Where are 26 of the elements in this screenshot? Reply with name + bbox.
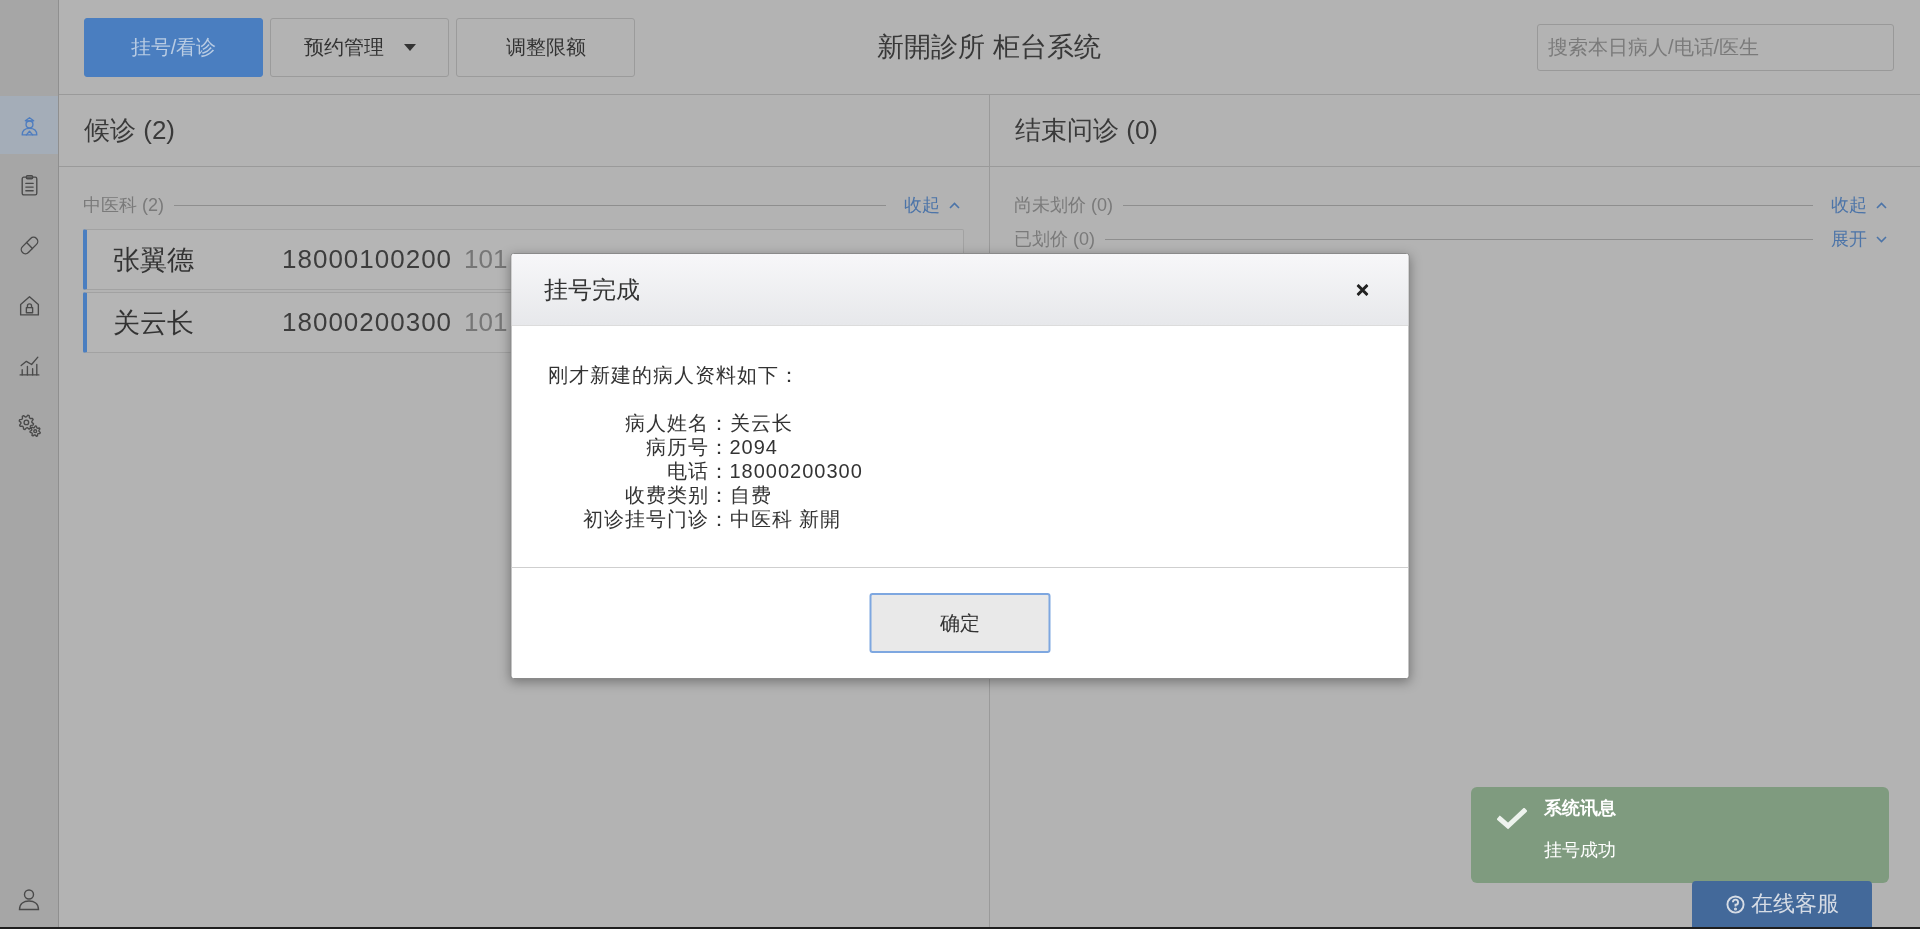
dialog-title: 挂号完成 xyxy=(543,274,640,305)
patient-phone: 18000200300 xyxy=(282,307,453,338)
field-value: 关云长 xyxy=(729,411,794,435)
panel-title: 候诊 (2) xyxy=(84,114,175,147)
field-value: 中医科 新開 xyxy=(729,507,843,531)
panel-title: 结束问诊 (0) xyxy=(1015,114,1158,147)
toast-message: 挂号成功 xyxy=(1544,839,1616,862)
group-label: 中医科 (2) xyxy=(83,194,164,217)
toast-title: 系统讯息 xyxy=(1544,797,1616,820)
group-label: 尚未划价 (0) xyxy=(1014,194,1113,217)
field-label: 收费类别： xyxy=(623,483,730,507)
field-label: 初诊挂号门诊： xyxy=(581,507,730,531)
visit-info: 101 xyxy=(464,307,508,338)
app-title: 新開診所 柜台系统 xyxy=(877,31,1101,64)
field-value: 自费 xyxy=(729,483,773,507)
patient-name: 关云长 xyxy=(113,306,195,340)
dialog-message: 刚才新建的病人资料如下： xyxy=(547,363,801,387)
field-value: 18000200300 xyxy=(729,459,863,483)
field-label: 电话： xyxy=(665,459,730,483)
field-label: 病人姓名： xyxy=(623,411,730,435)
patient-name: 张翼德 xyxy=(113,243,195,277)
patient-phone: 18000100200 xyxy=(282,244,453,275)
visit-info: 101 xyxy=(464,244,508,275)
group-label: 已划价 (0) xyxy=(1014,228,1095,251)
field-value: 2094 xyxy=(729,435,779,459)
field-label: 病历号： xyxy=(644,435,730,459)
